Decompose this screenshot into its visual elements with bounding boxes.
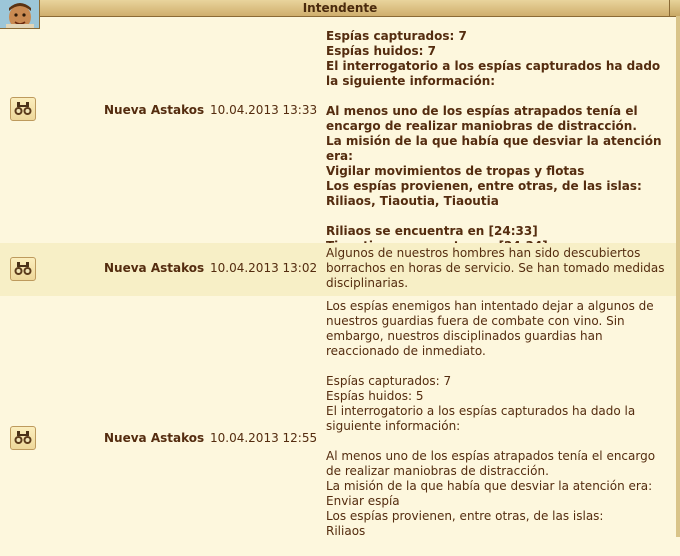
town-link[interactable]: Nueva Astakos [104,103,204,117]
window-titlebar: Intendente [0,0,680,17]
report-list: Nueva Astakos 10.04.2013 13:33 Espías ca… [0,17,676,556]
binoculars-icon[interactable] [10,426,36,450]
window-close-button[interactable] [669,0,680,16]
binoculars-icon[interactable] [10,257,36,281]
report-date: 10.04.2013 13:02 [210,261,318,275]
report-date: 10.04.2013 12:55 [210,431,318,445]
window-title: Intendente [302,1,378,15]
binoculars-icon[interactable] [10,97,36,121]
report-row: Nueva Astakos 10.04.2013 13:02 Algunos d… [0,243,676,296]
town-link[interactable]: Nueva Astakos [104,261,204,275]
report-message: Los espías enemigos han intentado dejar … [326,299,656,538]
report-row: Nueva Astakos 10.04.2013 13:33 Espías ca… [0,17,676,253]
report-message: Algunos de nuestros hombres han sido des… [326,246,669,290]
town-link[interactable]: Nueva Astakos [104,431,204,445]
report-message: Espías capturados: 7 Espías huidos: 7 El… [326,29,662,253]
advisor-avatar [0,0,40,29]
report-row: Nueva Astakos 10.04.2013 12:55 Los espía… [0,296,676,556]
window-right-border [676,16,680,537]
report-date: 10.04.2013 13:33 [210,103,318,117]
